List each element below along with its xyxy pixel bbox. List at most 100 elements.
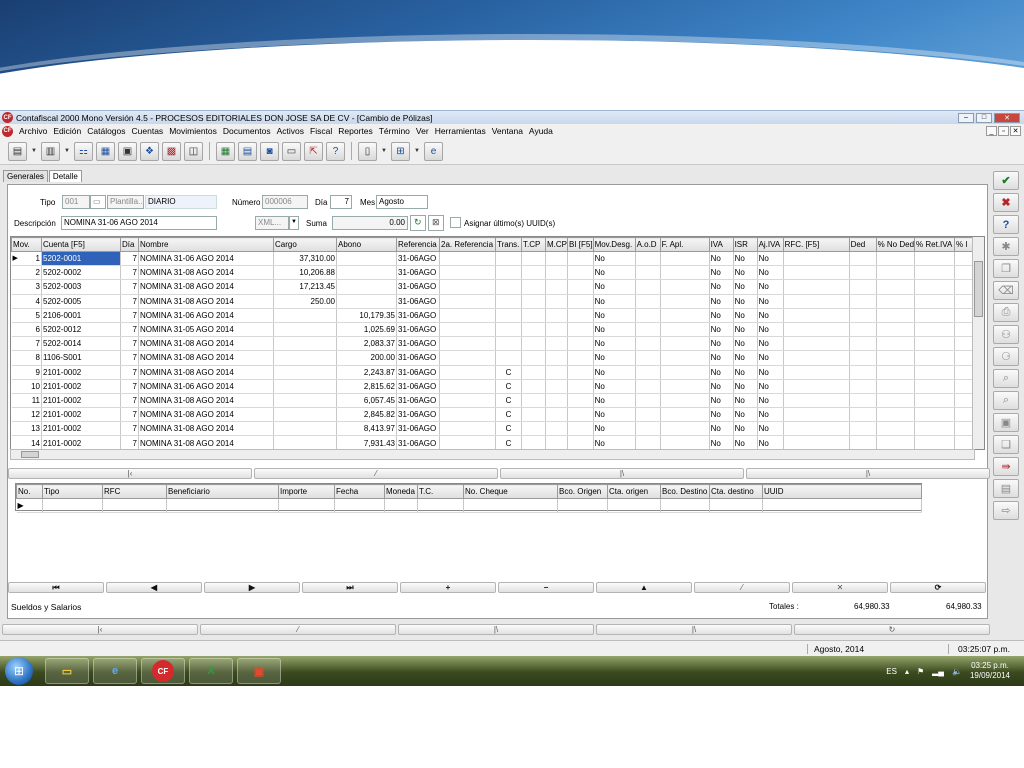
- table-cell[interactable]: No: [593, 251, 636, 267]
- table-cell[interactable]: NOMINA 31-08 AGO 2014: [138, 365, 274, 380]
- table-cell[interactable]: [336, 251, 397, 267]
- table-cell[interactable]: [521, 308, 546, 323]
- table-cell[interactable]: NOMINA 31-08 AGO 2014: [138, 336, 274, 352]
- table-cell[interactable]: NOMINA 31-08 AGO 2014: [138, 393, 274, 409]
- table-cell[interactable]: No: [593, 265, 636, 281]
- column-header[interactable]: M.CP: [545, 237, 568, 252]
- table-cell[interactable]: NOMINA 31-06 AGO 2014: [138, 379, 274, 394]
- table-cell[interactable]: 7: [120, 294, 139, 309]
- scrollbar-thumb[interactable]: [974, 261, 983, 317]
- table-cell[interactable]: [439, 294, 496, 309]
- table-cell[interactable]: No: [733, 421, 758, 437]
- table-cell[interactable]: [495, 251, 522, 267]
- column-header[interactable]: % Ret.IVA: [914, 237, 956, 252]
- nav-last-button[interactable]: ⏭: [302, 582, 398, 593]
- menu-cuentas[interactable]: Cuentas: [129, 126, 167, 136]
- table-cell[interactable]: No: [593, 294, 636, 309]
- table-cell[interactable]: 2101-0002: [41, 379, 121, 394]
- table-cell[interactable]: [521, 435, 546, 449]
- table-cell[interactable]: 2101-0002: [41, 435, 121, 449]
- table-cell[interactable]: 6: [11, 322, 42, 338]
- mdi-minimize-button[interactable]: _: [986, 126, 997, 136]
- bottom-nav-cancel-button[interactable]: |\: [398, 624, 594, 635]
- table-cell[interactable]: No: [733, 407, 758, 423]
- table-cell[interactable]: [567, 265, 594, 281]
- table-cell[interactable]: [660, 294, 710, 309]
- table-cell[interactable]: [876, 407, 916, 423]
- table-cell[interactable]: [914, 336, 956, 352]
- table-row[interactable]: ▶: [16, 498, 922, 514]
- table-cell[interactable]: 31-06AGO: [396, 279, 440, 295]
- table-cell[interactable]: [849, 294, 877, 309]
- table-cell[interactable]: No: [709, 379, 734, 394]
- xml-select[interactable]: XML...: [255, 216, 289, 230]
- table-cell[interactable]: [876, 265, 916, 281]
- table-cell[interactable]: [660, 421, 710, 437]
- table-cell[interactable]: 7: [120, 421, 139, 437]
- table-cell[interactable]: [545, 421, 568, 437]
- table-cell[interactable]: [273, 322, 337, 338]
- table-cell[interactable]: No: [733, 336, 758, 352]
- nav-refresh-button[interactable]: ⟳: [890, 582, 986, 593]
- table-cell[interactable]: 7: [120, 393, 139, 409]
- column-header[interactable]: A.o.D: [634, 237, 661, 252]
- taskbar-acrobat-icon[interactable]: ▣: [237, 658, 281, 684]
- table-cell[interactable]: No: [593, 279, 636, 295]
- asignar-checkbox[interactable]: [450, 217, 461, 228]
- table-cell[interactable]: [273, 350, 337, 366]
- table-cell[interactable]: [783, 393, 850, 409]
- table-cell[interactable]: [273, 435, 337, 449]
- table-cell[interactable]: [521, 322, 546, 338]
- table-cell[interactable]: 13: [11, 421, 42, 437]
- taskbar-contafiscal-button[interactable]: CF: [141, 658, 185, 684]
- menu-ver[interactable]: Ver: [413, 126, 432, 136]
- table-cell[interactable]: 5202-0014: [41, 336, 121, 352]
- exit-icon[interactable]: ⇱: [304, 141, 323, 161]
- volume-icon[interactable]: 🔈: [952, 667, 962, 676]
- table-cell[interactable]: [876, 393, 916, 409]
- table-cell[interactable]: No: [757, 435, 784, 449]
- page-dropdown-icon[interactable]: ▼: [380, 142, 388, 161]
- table-cell[interactable]: [635, 322, 661, 338]
- table-cell[interactable]: 7: [120, 336, 139, 352]
- table-cell[interactable]: [567, 251, 594, 267]
- table-cell[interactable]: [567, 393, 594, 409]
- table-cell[interactable]: [545, 407, 568, 423]
- minimize-button[interactable]: –: [958, 112, 974, 123]
- table-row[interactable]: 11 2101-0002 7 NOMINA 31-08 AGO 2014 6,057.4…: [11, 393, 979, 409]
- table-cell[interactable]: NOMINA 31-05 AGO 2014: [138, 322, 274, 338]
- link-tool-icon[interactable]: ⚇: [993, 325, 1019, 344]
- table-cell[interactable]: [521, 265, 546, 281]
- table-cell[interactable]: NOMINA 31-06 AGO 2014: [138, 308, 274, 323]
- table-cell[interactable]: 2101-0002: [41, 407, 121, 423]
- table-row[interactable]: 5 2106-0001 7 NOMINA 31-06 AGO 2014 10,179.3…: [11, 308, 979, 323]
- column-header[interactable]: Abono: [336, 237, 397, 252]
- table-cell[interactable]: [660, 322, 710, 338]
- table-cell[interactable]: [439, 251, 496, 267]
- table-cell[interactable]: No: [733, 308, 758, 323]
- table-cell[interactable]: [635, 308, 661, 323]
- table-cell[interactable]: 7: [120, 251, 139, 267]
- table-cell[interactable]: C: [495, 379, 522, 394]
- table-cell[interactable]: [635, 365, 661, 380]
- language-indicator[interactable]: ES: [886, 667, 897, 676]
- page-icon[interactable]: ▯: [358, 141, 377, 161]
- calculator-icon[interactable]: ▣: [118, 141, 137, 161]
- table-cell[interactable]: [914, 379, 956, 394]
- menu-fiscal[interactable]: Fiscal: [307, 126, 335, 136]
- table-cell[interactable]: [660, 336, 710, 352]
- table-cell[interactable]: [545, 251, 568, 267]
- table-cell[interactable]: No: [757, 294, 784, 309]
- tab-detalle[interactable]: Detalle: [48, 170, 82, 182]
- mes-field[interactable]: Agosto: [376, 195, 428, 209]
- table-cell[interactable]: No: [709, 350, 734, 366]
- table-cell[interactable]: [660, 265, 710, 281]
- table-cell[interactable]: [439, 393, 496, 409]
- table-cell[interactable]: [439, 365, 496, 380]
- table-cell[interactable]: [273, 407, 337, 423]
- table-cell[interactable]: 10,179.35: [336, 308, 397, 323]
- table-cell[interactable]: [914, 294, 956, 309]
- table-cell[interactable]: [567, 421, 594, 437]
- table-cell[interactable]: No: [593, 336, 636, 352]
- menu-activos[interactable]: Activos: [274, 126, 307, 136]
